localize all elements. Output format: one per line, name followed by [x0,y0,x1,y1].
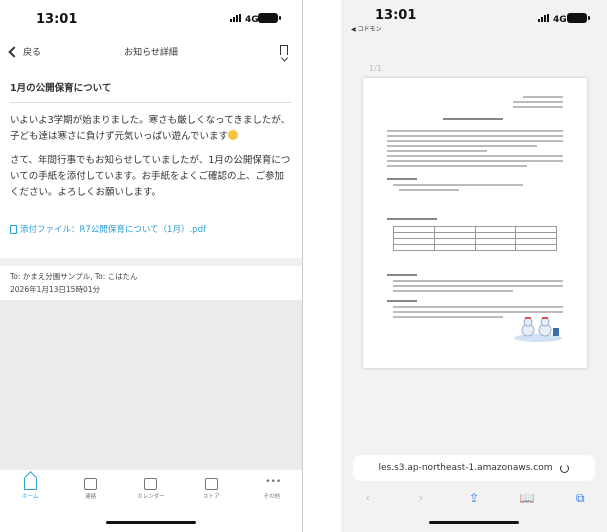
nav-bar: 戻る お知らせ詳細 [0,34,302,70]
signal-icon [230,14,242,22]
section-divider [0,258,302,266]
battery-icon [567,13,590,23]
home-indicator [429,521,519,524]
status-time: 13:01 [36,12,78,27]
page-counter: 1/1 [369,64,382,73]
tab-home[interactable]: ホーム [5,478,55,518]
tabs-icon[interactable]: ⧉ [570,491,590,506]
share-icon[interactable]: ⇪ [464,491,484,505]
tab-more[interactable]: ••• その他 [247,478,297,518]
right-phone-screen: 13:01 ◀ コドモン 4G 1/1 les.s3.ap-northeast-… [341,0,607,532]
bookmark-icon[interactable] [280,45,288,55]
home-indicator [106,521,196,524]
pdf-table [393,226,557,251]
post-body: いよいよ3学期が始まりました。寒さも厳しくなってきましたが、子ども達は寒さに負け… [10,103,292,201]
browser-toolbar: ‹ › ⇪ 📖 ⧉ [341,488,607,508]
tab-label: ストア [203,494,220,500]
url-bar[interactable]: les.s3.ap-northeast-1.amazonaws.com [353,455,595,481]
tab-label: ホーム [22,494,39,500]
url-text: les.s3.ap-northeast-1.amazonaws.com [378,463,553,473]
tab-calendar[interactable]: カレンダー [126,478,176,518]
post-paragraph: いよいよ3学期が始まりました。寒さも厳しくなってきましたが、子ども達は寒さに負け… [10,113,292,145]
post-paragraph: さて、年間行事でもお知らせしていましたが、1月の公開保育についての手紙を添付して… [10,155,291,198]
network-type: 4G [553,15,567,25]
empty-area [0,300,302,470]
more-icon: ••• [265,477,282,487]
tab-messages[interactable]: 連絡 [66,478,116,518]
network-indicator: 4G [230,14,259,25]
network-type: 4G [245,15,259,25]
bottom-tab-bar: ホーム 連絡 カレンダー ストア ••• その他 [0,478,302,518]
reload-icon[interactable] [560,463,570,473]
pdf-page[interactable] [363,78,587,368]
page-title: お知らせ詳細 [124,48,178,58]
snowman-illustration [514,317,562,342]
battery-icon [258,13,281,23]
status-bar: 13:01 4G [0,0,302,34]
file-icon [10,224,17,234]
post-title: 1月の公開保育について [10,70,292,103]
message-icon [84,478,98,490]
bookmarks-icon[interactable]: 📖 [517,491,537,505]
store-icon [204,478,218,490]
post-datetime: 2026年1月13日15時01分 [10,285,100,294]
home-icon [23,478,37,490]
attachment-link[interactable]: 添付ファイル：R7公開保育について（1月）.pdf [10,223,292,235]
back-icon[interactable]: ‹ [358,491,378,505]
tab-store[interactable]: ストア [186,478,236,518]
network-indicator: 4G [538,14,567,25]
tab-label: 連絡 [85,494,97,500]
signal-icon [538,14,550,22]
attachment-label: 添付ファイル：R7公開保育について（1月）.pdf [20,225,206,235]
left-phone-screen: 13:01 4G 戻る お知らせ詳細 1月の公開保育について いよいよ3学期が始… [0,0,303,532]
recipients: To: かまえ分園サンプル, To: こはたん [10,272,138,281]
status-time: 13:01 [375,8,417,23]
post-meta: To: かまえ分園サンプル, To: こはたん 2026年1月13日15時01分 [10,270,138,296]
paragraph-1: いよいよ3学期が始まりました。寒さも厳しくなってきましたが、子ども達は寒さに負け… [10,115,291,142]
status-bar: 13:01 ◀ コドモン 4G [341,0,607,34]
smile-emoji-icon [228,130,239,140]
tab-label: カレンダー [137,494,165,500]
tab-label: その他 [263,494,280,500]
forward-icon[interactable]: › [411,491,431,505]
calendar-icon [144,478,158,490]
back-to-app[interactable]: ◀ コドモン [351,24,382,33]
